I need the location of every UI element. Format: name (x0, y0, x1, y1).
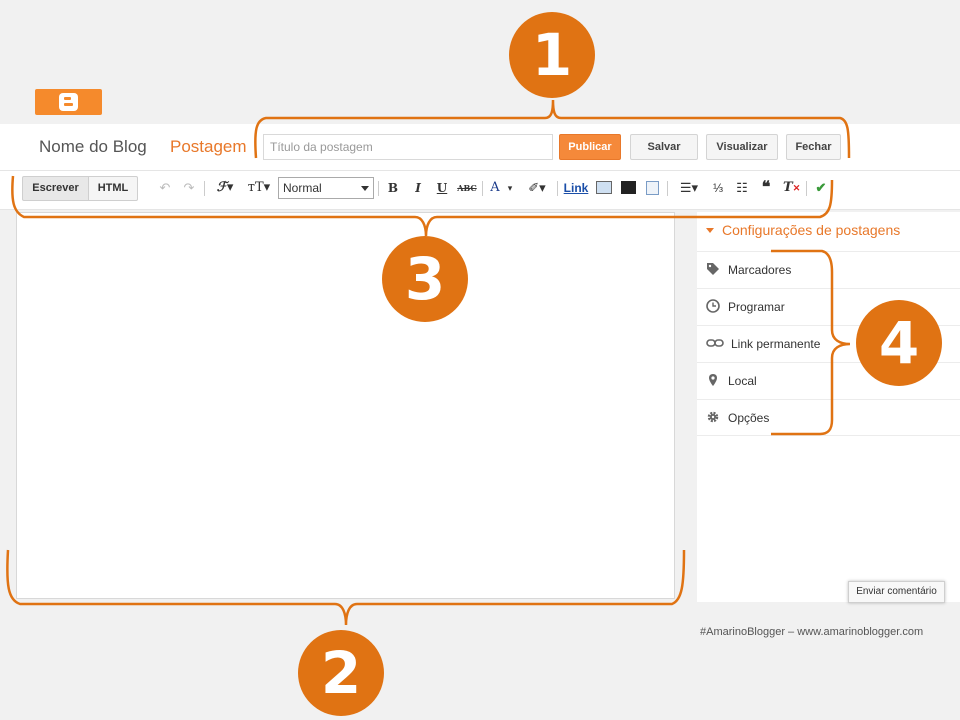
callout-2: 2 (298, 630, 384, 716)
annotation-overlay (6, 99, 851, 626)
bracket-1 (254, 99, 851, 159)
bracket-3 (11, 175, 834, 237)
callout-3: 3 (382, 236, 468, 322)
callout-1: 1 (509, 12, 595, 98)
callout-4: 4 (856, 300, 942, 386)
bracket-2 (6, 549, 686, 626)
bracket-4 (771, 249, 851, 436)
